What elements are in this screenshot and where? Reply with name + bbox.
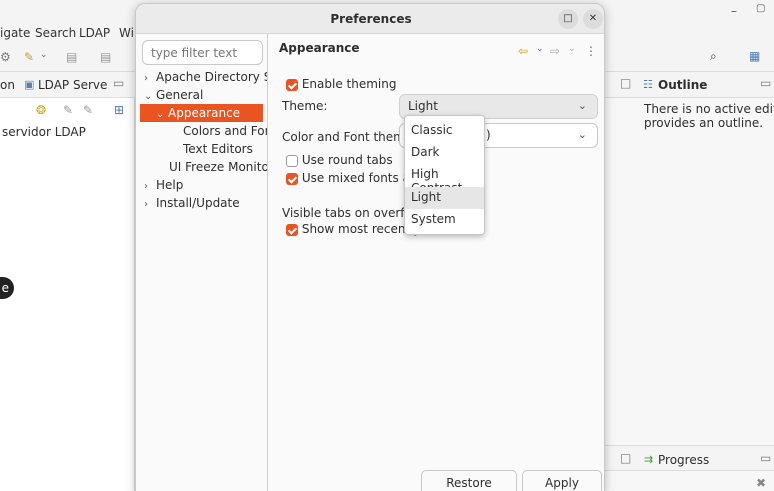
tree-item-label: Text Editors	[183, 142, 253, 156]
chevron-down-icon: ⌄	[144, 91, 153, 102]
chevron-down-icon: ⌄	[156, 109, 165, 120]
collapse-icon[interactable]: ⊞	[114, 103, 124, 117]
outline-icon: ☷	[643, 78, 653, 91]
tree-item-appearance[interactable]: ⌄ Appearance	[140, 104, 263, 122]
page-title: Appearance	[279, 41, 360, 55]
close-icon[interactable]: ✕	[583, 9, 603, 29]
stop-icon[interactable]: ✎	[83, 103, 93, 117]
minimize-icon[interactable]: –	[731, 4, 737, 18]
ldap-servers-icon: ▣	[24, 78, 35, 91]
chevron-down-icon[interactable]: ⌄	[40, 50, 48, 60]
checkbox-checked-icon	[286, 223, 298, 236]
tree-item-install-update[interactable]: › Install/Update	[144, 194, 267, 212]
forward-arrow-icon[interactable]: ⇨	[550, 44, 560, 58]
menu-window[interactable]: Wi	[119, 26, 134, 40]
theme-label: Theme:	[282, 99, 328, 113]
apply-button[interactable]: Apply	[522, 470, 602, 491]
start-icon[interactable]: ✎	[63, 103, 73, 117]
filter-input[interactable]	[142, 40, 263, 65]
tree-item-label: Apache Directory Stud	[156, 70, 267, 84]
tree-item-general[interactable]: ⌄ General	[144, 86, 267, 104]
checkbox-checked-icon	[286, 172, 298, 185]
tree-item-label: UI Freeze Monitorin	[169, 160, 267, 174]
menu-navigate[interactable]: igate	[0, 26, 30, 40]
enable-theming-label: Enable theming	[301, 77, 397, 91]
chevron-down-icon: ⌄	[577, 128, 587, 141]
tooltip-text: e	[1, 281, 9, 295]
new-server-icon[interactable]: ❂	[36, 103, 46, 117]
theme-option-dark[interactable]: Dark	[405, 142, 484, 164]
chevron-right-icon: ›	[144, 199, 148, 210]
tree-item-text-editors[interactable]: Text Editors	[183, 140, 267, 158]
checkbox-checked-icon	[286, 78, 298, 91]
theme-dropdown-list: Classic Dark High Contrast Light System	[404, 115, 485, 235]
tree-item-label: Appearance	[168, 106, 241, 120]
menu-ldap[interactable]: LDAP	[79, 26, 110, 40]
search-icon[interactable]: ⌕	[710, 49, 717, 64]
color-font-theme-label: Color and Font theme:	[282, 130, 417, 144]
tree-item-ui-freeze[interactable]: UI Freeze Monitorin	[169, 158, 267, 176]
chevron-right-icon: ›	[144, 181, 148, 192]
outline-message-1: There is no active editor th	[644, 102, 774, 116]
maximize-icon[interactable]: □	[620, 451, 631, 465]
tree-item-help[interactable]: › Help	[144, 176, 267, 194]
progress-icon: ⇉	[644, 453, 654, 466]
maximize-icon[interactable]: □	[558, 9, 578, 29]
sash-divider[interactable]	[267, 34, 268, 491]
outline-message-2: provides an outline.	[644, 116, 764, 130]
chevron-down-icon[interactable]: ⌄	[568, 44, 576, 54]
maximize-icon[interactable]: □	[620, 76, 631, 90]
server-label: servidor LDAP	[2, 125, 86, 139]
minimize-view-icon[interactable]: ▭	[113, 76, 124, 90]
restore-defaults-button[interactable]: Restore Defaults	[421, 470, 517, 491]
theme-option-high-contrast[interactable]: High Contrast	[405, 164, 484, 195]
color-font-theme-value: )	[486, 128, 491, 142]
tab-connections[interactable]: on	[0, 78, 15, 92]
preference-tree: ›Apache Directory Stud ⌄General ⌄Appeara…	[136, 66, 267, 491]
round-tabs-label: Use round tabs	[301, 153, 393, 167]
chevron-down-icon[interactable]: ⌄	[536, 44, 544, 54]
round-tabs-checkbox[interactable]: Use round tabs	[286, 153, 393, 167]
tree-item-label: Colors and Fonts	[183, 124, 267, 138]
chevron-right-icon: ›	[144, 73, 148, 84]
tab-outline[interactable]: Outline	[658, 78, 707, 92]
tree-item-colors-fonts[interactable]: Colors and Fonts	[183, 122, 267, 140]
remove-all-icon[interactable]: ✖	[756, 476, 766, 490]
chevron-down-icon: ⌄	[577, 99, 587, 112]
restore-icon[interactable]: ▢	[756, 3, 765, 14]
tree-item-label: Install/Update	[156, 196, 240, 210]
tab-progress[interactable]: Progress	[658, 453, 709, 467]
back-arrow-icon[interactable]: ⇦	[518, 44, 528, 58]
tree-item-label: Help	[156, 178, 184, 192]
kebab-menu-icon[interactable]: ⋮	[585, 44, 597, 58]
minimize-view-icon[interactable]: ▭	[760, 451, 771, 465]
tab-ldap-servers[interactable]: LDAP Serve	[38, 78, 107, 92]
toolbar-wand-icon[interactable]: ✎	[24, 50, 34, 64]
enable-theming-checkbox[interactable]: Enable theming	[286, 77, 396, 91]
theme-option-classic[interactable]: Classic	[405, 120, 484, 142]
tooltip-bubble: e	[0, 277, 14, 299]
dialog-title: Preferences	[330, 12, 412, 26]
tree-item-apache-directory[interactable]: › Apache Directory Stud	[144, 68, 267, 86]
menu-search[interactable]: Search	[35, 26, 76, 40]
checkbox-unchecked-icon	[286, 154, 298, 167]
right-panel: □ ☷ Outline ▭ There is no active editor …	[604, 72, 774, 491]
preferences-dialog: Preferences □ ✕ › Apache Directory Stud ⌄…	[135, 3, 605, 491]
toolbar-doc2-icon[interactable]: ▤	[100, 50, 111, 64]
theme-option-light[interactable]: Light	[405, 187, 484, 209]
left-panel: on ▣ LDAP Serve ▭ ❂ ✎ ✎ ⊞ servidor LDAP …	[0, 72, 135, 491]
tree-item-label: General	[156, 88, 204, 102]
perspective-icon[interactable]: ▦	[749, 49, 760, 63]
theme-combo-value: Light	[408, 99, 438, 113]
minimize-view-icon[interactable]: ▭	[760, 76, 771, 90]
theme-option-system[interactable]: System	[405, 209, 484, 231]
toolbar-gear-icon[interactable]: ⚙	[0, 50, 11, 64]
toolbar-doc-icon[interactable]: ▤	[66, 50, 77, 64]
